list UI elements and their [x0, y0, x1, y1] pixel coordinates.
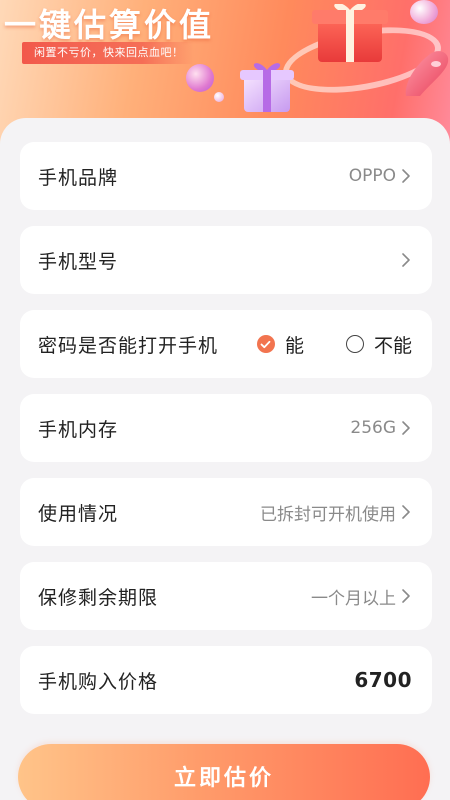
- purchase-price-label: 手机购入价格: [38, 670, 159, 693]
- chevron-right-icon: [402, 421, 410, 435]
- shoe-icon: [405, 51, 449, 96]
- chevron-right-icon: [402, 505, 410, 519]
- condition-label: 使用情况: [38, 502, 119, 525]
- warranty-label: 保修剩余期限: [38, 586, 159, 609]
- purchase-price-row[interactable]: 手机购入价格 6700: [20, 646, 432, 714]
- radio-option-yes[interactable]: 能: [256, 331, 304, 358]
- condition-value: 已拆封可开机使用: [260, 504, 396, 525]
- warranty-value: 一个月以上: [311, 588, 396, 609]
- brand-value-group[interactable]: OPPO: [349, 166, 412, 186]
- radio-unchecked[interactable]: [345, 335, 364, 353]
- page-subtitle: 闲置不亏价，快来回点血吧！: [22, 42, 194, 64]
- storage-row[interactable]: 手机内存 256G: [20, 394, 432, 462]
- page-title: 一键估算价值: [4, 6, 215, 44]
- decorative-bubble: [214, 92, 224, 102]
- estimate-button[interactable]: 立即估价: [18, 744, 430, 800]
- condition-row[interactable]: 使用情况 已拆封可开机使用: [20, 478, 432, 546]
- gift-box-icon: [240, 63, 294, 112]
- chevron-right-icon: [402, 169, 410, 183]
- chevron-right-icon: [402, 589, 410, 603]
- warranty-row[interactable]: 保修剩余期限 一个月以上: [20, 562, 432, 630]
- estimate-button-label: 立即估价: [173, 766, 274, 791]
- purchase-price-value[interactable]: 6700: [354, 668, 412, 692]
- condition-value-group[interactable]: 已拆封可开机使用: [260, 500, 412, 525]
- check-icon: [261, 340, 271, 348]
- warranty-value-group[interactable]: 一个月以上: [311, 584, 412, 609]
- storage-value: 256G: [350, 418, 396, 438]
- password-row: 密码是否能打开手机 能 不能: [20, 310, 432, 378]
- decorative-bubble: [186, 64, 214, 92]
- radio-option-no[interactable]: 不能: [345, 331, 412, 358]
- brand-row[interactable]: 手机品牌 OPPO: [20, 142, 432, 210]
- storage-value-group[interactable]: 256G: [350, 418, 412, 438]
- password-label: 密码是否能打开手机: [38, 334, 219, 357]
- storage-label: 手机内存: [38, 418, 119, 441]
- radio-label-yes: 能: [284, 334, 304, 357]
- radio-checked[interactable]: [256, 335, 275, 353]
- brand-value: OPPO: [348, 166, 396, 186]
- model-row[interactable]: 手机型号: [20, 226, 432, 294]
- model-value-group[interactable]: [396, 252, 412, 268]
- gift-box-icon: [312, 4, 388, 62]
- radio-label-no: 不能: [373, 334, 412, 357]
- decorative-bubble: [410, 0, 438, 24]
- password-radio-group: 能 不能: [245, 331, 412, 358]
- model-label: 手机型号: [38, 250, 119, 273]
- brand-label: 手机品牌: [38, 166, 119, 189]
- chevron-right-icon: [402, 253, 410, 267]
